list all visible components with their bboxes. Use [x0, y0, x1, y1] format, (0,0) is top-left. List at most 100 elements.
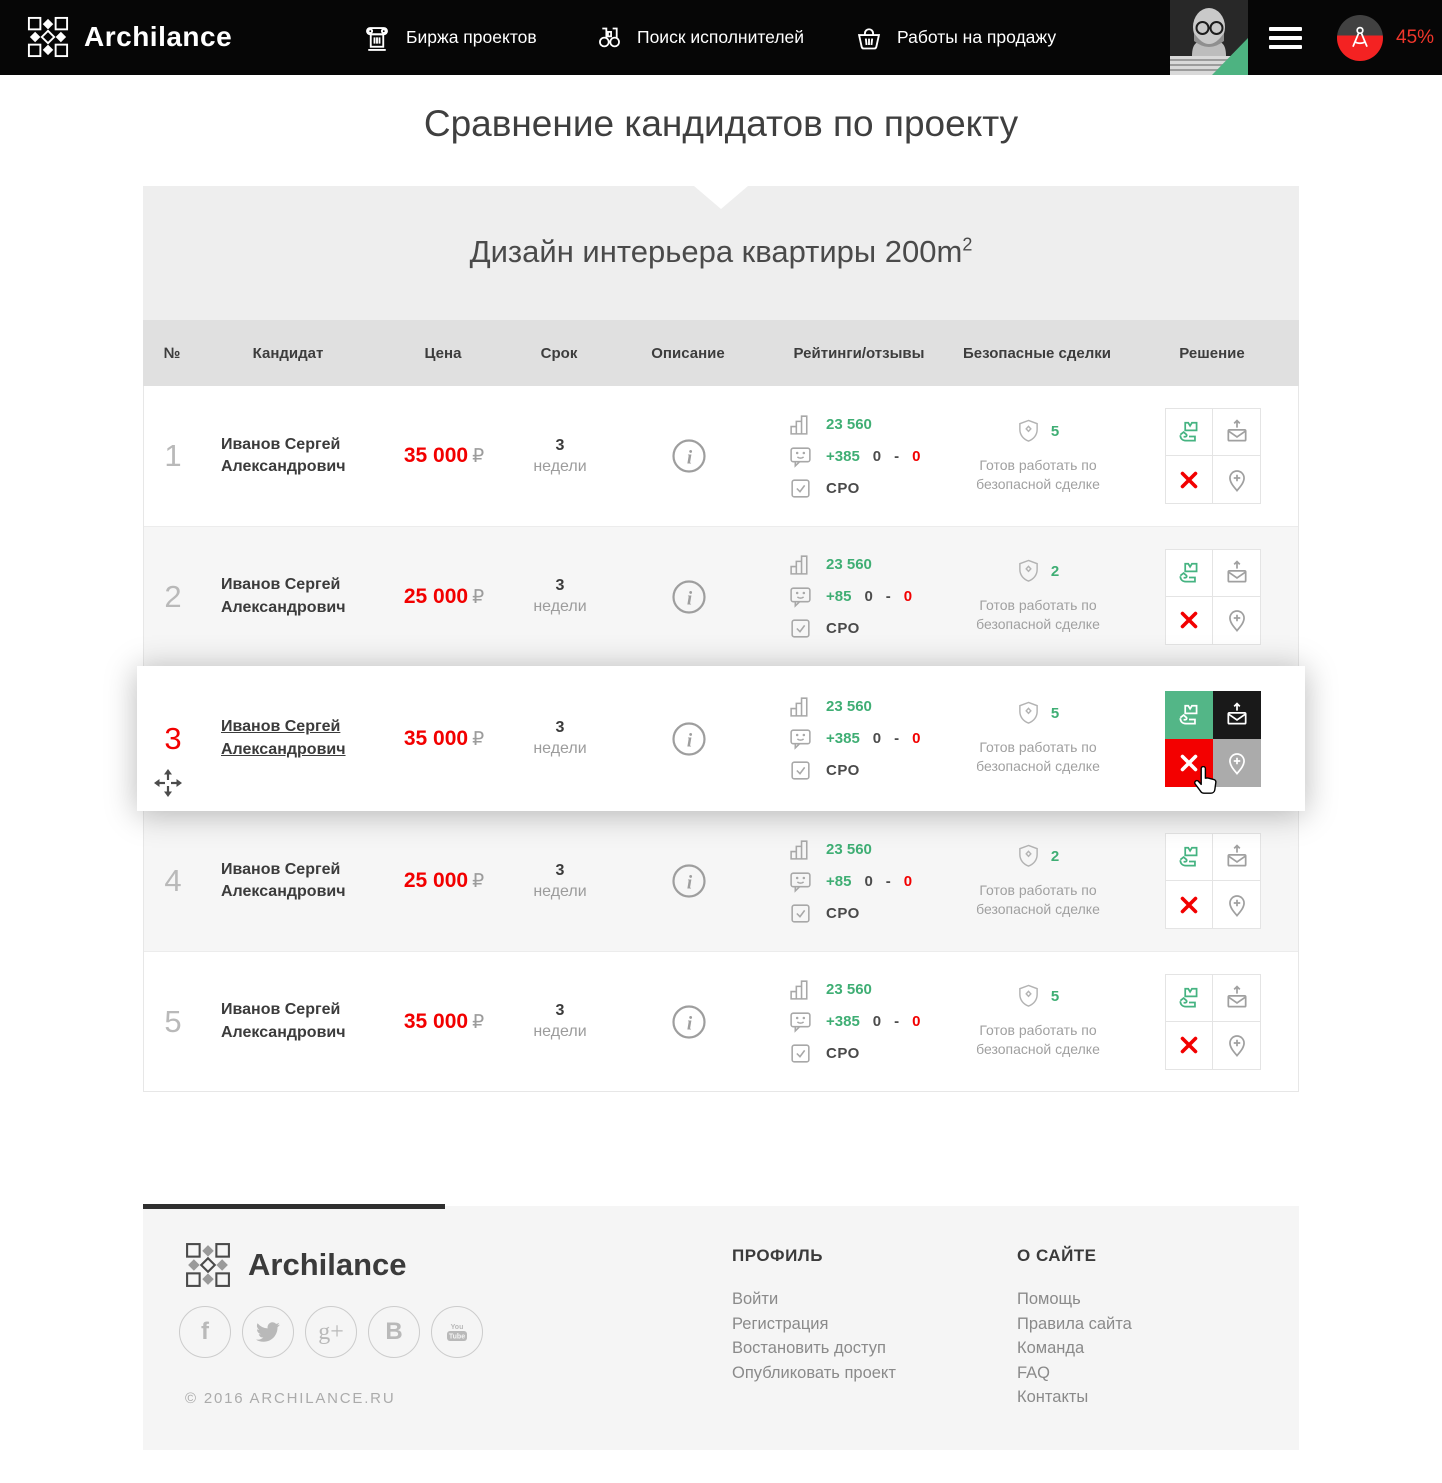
candidate-cell: Иванов Сергей Александрович — [202, 574, 376, 619]
rating-reviews-line: +385 0 - 0 — [788, 444, 950, 469]
hire-contract-button[interactable] — [1165, 974, 1213, 1022]
send-message-button[interactable] — [1213, 691, 1261, 739]
rating-negative: 0 — [904, 873, 912, 890]
candidate-name[interactable]: Иванов Сергей Александрович — [221, 716, 361, 761]
send-message-button[interactable] — [1213, 408, 1261, 456]
twitter-icon[interactable] — [242, 1306, 294, 1358]
reject-button[interactable] — [1165, 456, 1213, 504]
user-avatar[interactable] — [1170, 0, 1248, 75]
send-message-button[interactable] — [1213, 833, 1261, 881]
footer-link-register[interactable]: Регистрация — [732, 1312, 896, 1337]
currency-ruble-sign: ₽ — [472, 587, 484, 608]
checkbox-icon — [788, 476, 813, 501]
reject-button[interactable] — [1165, 739, 1213, 787]
shield-icon — [1017, 419, 1040, 444]
send-message-button[interactable] — [1213, 974, 1261, 1022]
safe-deals-cell: 5 Готов работать по безопасной сделке — [950, 701, 1126, 776]
bar-chart-icon — [788, 552, 813, 577]
rating-positive: +385 — [826, 730, 860, 747]
ratings-cell: 23 560 +385 0 - 0 — [770, 412, 950, 501]
facebook-icon[interactable]: f — [179, 1306, 231, 1358]
safe-deals-head: 5 — [950, 701, 1126, 726]
ratings-cell: 23 560 +85 0 - 0 — [770, 552, 950, 641]
ratings-cell: 23 560 +85 0 - 0 — [770, 837, 950, 926]
currency-ruble-sign: ₽ — [472, 1012, 484, 1033]
nav-item-project-exchange[interactable]: Биржа проектов — [362, 0, 537, 75]
hire-contract-button[interactable] — [1165, 408, 1213, 456]
candidate-name[interactable]: Иванов Сергей Александрович — [221, 434, 361, 479]
drafting-compass-icon — [1347, 25, 1373, 51]
move-handle-icon[interactable] — [153, 768, 183, 798]
description-info-icon[interactable]: i — [671, 863, 707, 899]
brand-name: Archilance — [84, 21, 232, 53]
chat-smiley-icon — [788, 444, 813, 469]
decision-buttons — [1165, 408, 1261, 504]
youtube-icon[interactable]: You Tube — [431, 1306, 483, 1358]
reject-button[interactable] — [1165, 881, 1213, 929]
contract-hand-icon — [1176, 702, 1202, 728]
decision-cell — [1126, 549, 1300, 645]
decision-buttons — [1165, 833, 1261, 929]
description-info-icon[interactable]: i — [671, 721, 707, 757]
rating-views-line: 23 560 — [788, 412, 950, 437]
svg-text:i: i — [687, 730, 693, 751]
reject-button[interactable] — [1165, 1022, 1213, 1070]
safe-deals-text: Готов работать по безопасной сделке — [962, 1021, 1114, 1059]
row-number: 3 — [164, 721, 181, 756]
description-info-icon[interactable]: i — [671, 438, 707, 474]
candidate-name[interactable]: Иванов Сергей Александрович — [221, 859, 361, 904]
term-cell: 3 недели — [512, 437, 608, 476]
safe-deals-head: 5 — [950, 984, 1126, 1009]
table-row: 4 Иванов Сергей Александрович 25 000₽ 3 … — [144, 811, 1298, 951]
nav-label: Работы на продажу — [897, 27, 1056, 48]
reject-button[interactable] — [1165, 597, 1213, 645]
hire-contract-button[interactable] — [1165, 833, 1213, 881]
footer-link-team[interactable]: Команда — [1017, 1336, 1132, 1361]
brand[interactable]: Archilance — [27, 16, 232, 58]
add-to-favorites-button[interactable] — [1213, 456, 1261, 504]
checkbox-icon — [788, 901, 813, 926]
add-to-favorites-button[interactable] — [1213, 597, 1261, 645]
checkbox-icon — [788, 616, 813, 641]
footer-link-publish-project[interactable]: Опубликовать проект — [732, 1361, 896, 1386]
menu-hamburger-icon[interactable] — [1269, 27, 1302, 49]
description-info-icon[interactable]: i — [671, 579, 707, 615]
footer-link-help[interactable]: Помощь — [1017, 1287, 1132, 1312]
safe-deals-count: 2 — [1051, 563, 1059, 580]
vk-icon[interactable]: B — [368, 1306, 420, 1358]
rating-negative: 0 — [904, 588, 912, 605]
safe-deals-head: 2 — [950, 844, 1126, 869]
add-to-favorites-button[interactable] — [1213, 881, 1261, 929]
add-to-favorites-button[interactable] — [1213, 1022, 1261, 1070]
description-info-icon[interactable]: i — [671, 1004, 707, 1040]
add-to-favorites-button[interactable] — [1213, 739, 1261, 787]
hire-contract-button[interactable] — [1165, 549, 1213, 597]
google-plus-icon[interactable]: g+ — [305, 1306, 357, 1358]
footer-link-rules[interactable]: Правила сайта — [1017, 1312, 1132, 1337]
ratings-cell: 23 560 +385 0 - 0 — [770, 694, 950, 783]
candidate-name[interactable]: Иванов Сергей Александрович — [221, 999, 361, 1044]
rating-reviews-line: +385 0 - 0 — [788, 1009, 950, 1034]
profile-progress[interactable]: 45% — [1337, 15, 1434, 61]
rating-separator: - — [894, 1013, 899, 1030]
footer-link-restore-access[interactable]: Востановить доступ — [732, 1336, 896, 1361]
footer-link-contacts[interactable]: Контакты — [1017, 1385, 1132, 1410]
sro-line: СРО — [788, 758, 950, 783]
svg-text:Tube: Tube — [449, 1334, 465, 1341]
candidate-name[interactable]: Иванов Сергей Александрович — [221, 574, 361, 619]
col-header-decision: Решение — [1125, 345, 1299, 362]
nav-item-works-for-sale[interactable]: Работы на продажу — [855, 0, 1056, 75]
footer-brand[interactable]: Archilance — [185, 1242, 407, 1288]
hire-contract-button[interactable] — [1165, 691, 1213, 739]
chat-smiley-icon — [788, 584, 813, 609]
shield-icon — [1017, 844, 1040, 869]
term-unit: недели — [512, 458, 608, 476]
pin-plus-icon — [1224, 467, 1250, 493]
rating-neutral: 0 — [864, 588, 872, 605]
nav-item-find-contractors[interactable]: Поиск исполнителей — [596, 0, 804, 75]
send-message-button[interactable] — [1213, 549, 1261, 597]
footer-link-faq[interactable]: FAQ — [1017, 1361, 1132, 1386]
footer-link-login[interactable]: Войти — [732, 1287, 896, 1312]
archilance-logo-icon — [185, 1242, 231, 1288]
sro-line: СРО — [788, 1041, 950, 1066]
